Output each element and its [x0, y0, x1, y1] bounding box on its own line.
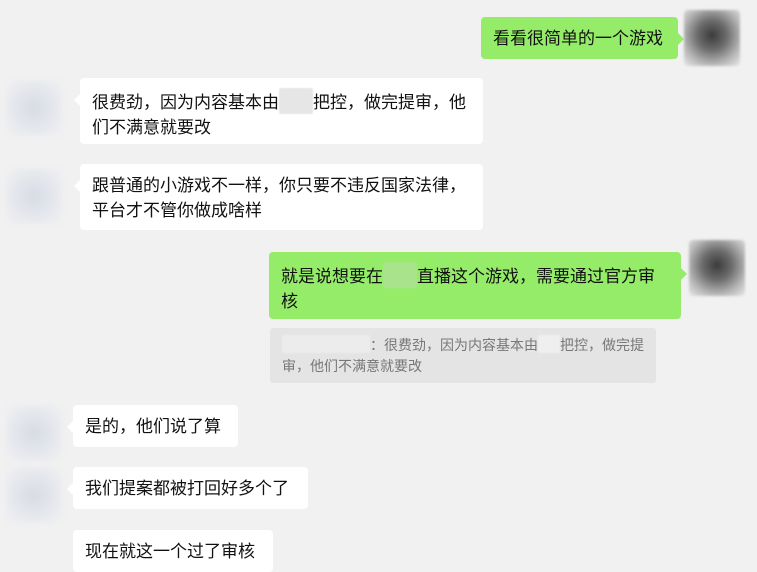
message-bubble[interactable]: 我们提案都被打回好多个了	[67, 467, 308, 509]
message-bubble[interactable]: 现在就这一个过了审核	[73, 530, 273, 572]
quoted-message[interactable]: ：很费劲，因为内容基本由 把控，做完提审，他们不满意就要改	[270, 328, 656, 383]
message-text: 现在就这一个过了审核	[85, 542, 255, 562]
message-text: 就是说想要在	[281, 267, 383, 287]
chat-window: 看看很简单的一个游戏 很费劲，因为内容基本由 把控，做完提审，他们不满意就要改 跟…	[0, 0, 757, 572]
contact-avatar[interactable]	[6, 467, 62, 523]
message-text: 我们提案都被打回好多个了	[85, 479, 289, 499]
message-bubble[interactable]: 跟普通的小游戏不一样，你只要不违反国家法律，平台才不管你做成啥样	[74, 164, 483, 230]
redacted-name	[282, 335, 370, 353]
message-bubble[interactable]: 看看很简单的一个游戏	[481, 17, 684, 59]
self-avatar[interactable]	[684, 10, 740, 66]
redacted-text	[538, 335, 560, 353]
redacted-text	[279, 88, 313, 114]
contact-avatar[interactable]	[6, 80, 62, 136]
message-text: 跟普通的小游戏不一样，你只要不违反国家法律，平台才不管你做成啥样	[92, 176, 466, 221]
contact-avatar[interactable]	[6, 168, 62, 224]
message-bubble[interactable]: 很费劲，因为内容基本由 把控，做完提审，他们不满意就要改	[74, 78, 483, 144]
message-bubble[interactable]: 是的，他们说了算	[67, 405, 238, 447]
quote-text: ：很费劲，因为内容基本由	[370, 338, 538, 354]
message-text: 是的，他们说了算	[85, 417, 221, 437]
contact-avatar[interactable]	[6, 405, 62, 461]
message-text: 很费劲，因为内容基本由	[92, 93, 279, 113]
redacted-text	[383, 262, 417, 288]
self-avatar[interactable]	[689, 240, 745, 296]
message-text: 看看很简单的一个游戏	[493, 29, 663, 49]
message-bubble[interactable]: 就是说想要在 直播这个游戏，需要通过官方审核	[269, 252, 687, 319]
